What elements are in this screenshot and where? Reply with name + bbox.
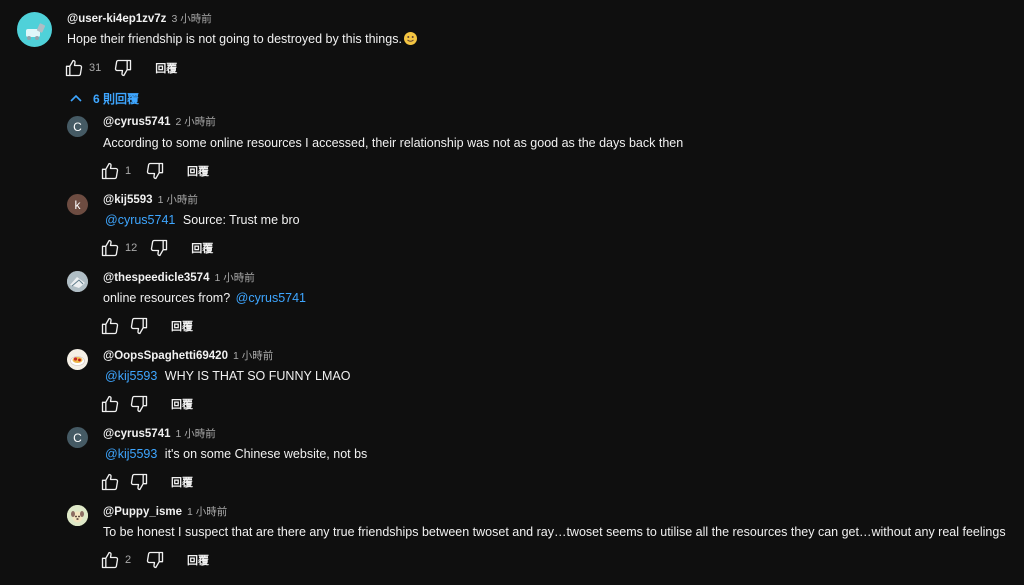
avatar[interactable]: k [67,194,88,215]
reply-button[interactable]: 回覆 [171,318,193,334]
reply-actions: 回覆 [100,394,193,414]
author-handle[interactable]: @OopsSpaghetti69420 [103,350,228,362]
dislike-icon[interactable] [145,550,165,570]
replies-count-label: 6 則回覆 [93,91,140,106]
avatar-image-icon [67,271,88,292]
reply-header: @thespeedicle3574 1 小時前 [103,270,255,286]
author-handle[interactable]: @user-ki4ep1zv7z [67,13,166,25]
reply-button[interactable]: 回覆 [155,60,177,76]
reply-header: @OopsSpaghetti69420 1 小時前 [103,348,273,364]
reply-body: According to some online resources I acc… [103,136,684,150]
like-count: 1 [125,165,132,177]
timestamp[interactable]: 1 小時前 [175,426,215,441]
reply-body: Source: Trust me bro [182,213,300,227]
like-count: 12 [125,242,138,254]
timestamp[interactable]: 3 小時前 [171,11,211,26]
reply-actions: 1 回覆 [100,161,209,181]
reply-body: WHY IS THAT SO FUNNY LMAO [164,369,351,383]
author-handle[interactable]: @cyrus5741 [103,116,170,128]
reply-text: According to some online resources I acc… [103,135,683,151]
reply-header: @cyrus5741 2 小時前 [103,114,216,130]
reply-actions: 12 回覆 [100,238,213,258]
comment-actions: 31 回覆 [64,58,177,78]
reply-button[interactable]: 回覆 [171,474,193,490]
like-icon[interactable] [100,238,120,258]
dislike-icon[interactable] [145,161,165,181]
like-count: 31 [89,62,102,74]
reply-text: online resources from? @cyrus5741 [103,290,306,306]
reply-body: it's on some Chinese website, not bs [164,447,368,461]
like-count: 2 [125,554,132,566]
avatar[interactable] [17,12,52,47]
reply-body: To be honest I suspect that are there an… [103,525,1006,539]
reply-actions: 2 回覆 [100,550,209,570]
like-icon[interactable] [100,316,120,336]
like-icon[interactable] [100,550,120,570]
author-handle[interactable]: @cyrus5741 [103,428,170,440]
avatar-image-icon [26,23,46,40]
mention-link[interactable]: @kij5593 [105,447,157,461]
spaghetti-bowl-icon [70,356,85,366]
mention-link[interactable]: @kij5593 [105,369,157,383]
timestamp[interactable]: 1 小時前 [187,504,227,519]
avatar-letter: C [73,430,82,445]
avatar[interactable]: C [67,116,88,137]
reply-text: @kij5593 it's on some Chinese website, n… [105,446,367,462]
timestamp[interactable]: 2 小時前 [175,114,215,129]
dislike-icon[interactable] [149,238,169,258]
comment-header: @user-ki4ep1zv7z 3 小時前 [67,11,212,27]
reply-button[interactable]: 回覆 [191,240,213,256]
reply-actions: 回覆 [100,316,193,336]
reply-button[interactable]: 回覆 [187,552,209,568]
like-icon[interactable] [100,394,120,414]
timestamp[interactable]: 1 小時前 [233,348,273,363]
author-handle[interactable]: @Puppy_isme [103,506,182,518]
dislike-icon[interactable] [129,316,149,336]
reply-button[interactable]: 回覆 [171,396,193,412]
smiling-face-emoji-icon [403,32,417,45]
reply-header: @Puppy_isme 1 小時前 [103,504,227,520]
mention-link[interactable]: @cyrus5741 [236,291,306,305]
reply-button[interactable]: 回覆 [187,163,209,179]
avatar-letter: C [73,119,82,134]
reply-body: online resources from? [103,291,231,305]
comments-panel: @user-ki4ep1zv7z 3 小時前 Hope their friend… [0,0,1024,585]
like-icon[interactable] [100,472,120,492]
like-icon[interactable] [100,161,120,181]
author-handle[interactable]: @thespeedicle3574 [103,272,209,284]
dislike-icon[interactable] [113,58,133,78]
avatar[interactable] [67,505,88,526]
dislike-icon[interactable] [129,472,149,492]
reply-header: @cyrus5741 1 小時前 [103,426,216,442]
avatar-letter: k [74,197,81,212]
reply-header: @kij5593 1 小時前 [103,192,198,208]
chevron-up-icon [70,94,82,102]
reply-text: To be honest I suspect that are there an… [103,524,1006,540]
reply-text: @kij5593 WHY IS THAT SO FUNNY LMAO [105,368,350,384]
replies-toggle-button[interactable]: 6 則回覆 [69,89,139,107]
mention-link[interactable]: @cyrus5741 [105,213,175,227]
avatar[interactable] [67,271,88,292]
comment-text: Hope their friendship is not going to de… [67,31,417,47]
timestamp[interactable]: 1 小時前 [158,192,198,207]
like-icon[interactable] [64,58,84,78]
author-handle[interactable]: @kij5593 [103,194,153,206]
avatar[interactable] [67,349,88,370]
timestamp[interactable]: 1 小時前 [214,270,254,285]
dislike-icon[interactable] [129,394,149,414]
avatar[interactable]: C [67,427,88,448]
reply-text: @cyrus5741 Source: Trust me bro [105,212,300,228]
comment-body: Hope their friendship is not going to de… [67,32,402,46]
reply-actions: 回覆 [100,472,193,492]
puppy-avatar-icon [67,505,88,526]
